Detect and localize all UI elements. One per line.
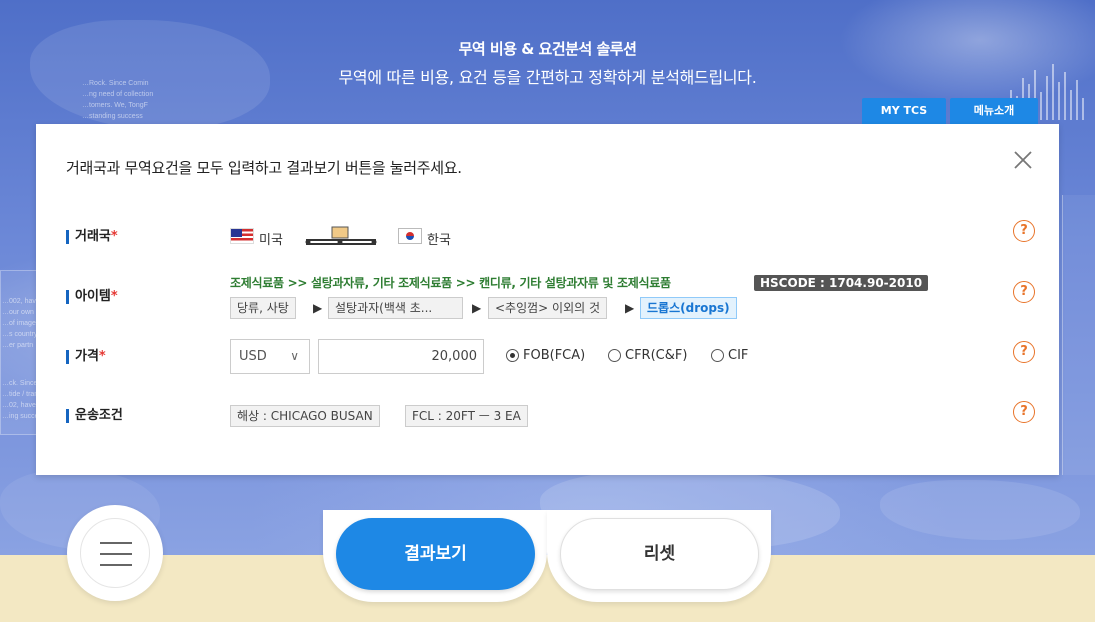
required-mark: * — [98, 349, 106, 364]
item-chip[interactable]: <추잉껌> 이외의 것 — [488, 297, 608, 319]
help-icon[interactable]: ? — [1013, 401, 1035, 423]
currency-select[interactable]: USD ∨ — [230, 339, 310, 374]
country-label-text: 거래국 — [75, 229, 111, 244]
required-mark: * — [110, 289, 118, 304]
hscode-badge: HSCODE : 1704.90-2010 — [754, 275, 929, 291]
radio-fob[interactable]: FOB(FCA) — [506, 348, 585, 363]
price-input[interactable]: 20,000 — [318, 339, 484, 374]
help-icon[interactable]: ? — [1013, 220, 1035, 242]
kr-flag-icon — [398, 228, 422, 244]
arrow-right-icon: ▶ — [625, 301, 635, 315]
help-icon[interactable]: ? — [1013, 281, 1035, 303]
hamburger-icon — [100, 553, 132, 555]
radio-label: FOB(FCA) — [523, 348, 586, 363]
hamburger-icon — [100, 564, 132, 566]
bottom-band — [0, 555, 1095, 622]
item-chip-selected[interactable]: 드롭스(drops) — [640, 297, 737, 319]
destination-country[interactable]: 한국 — [427, 229, 451, 248]
hero-title: 무역 비용 & 요건분석 솔루션 — [458, 40, 637, 58]
radio-cif[interactable]: CIF — [711, 348, 748, 363]
arrow-right-icon: ▶ — [313, 301, 323, 315]
radio-unselected-icon — [711, 349, 724, 362]
arrow-right-icon: ▶ — [472, 301, 482, 315]
item-label-text: 아이템 — [75, 289, 111, 304]
result-button[interactable]: 결과보기 — [336, 518, 535, 590]
item-chip[interactable]: 설탕과자(백색 초... — [328, 297, 463, 319]
shipping-label-text: 운송조건 — [75, 408, 123, 423]
price-label: 가격* — [66, 350, 106, 364]
background-panel — [1062, 195, 1095, 475]
item-label: 아이템* — [66, 290, 118, 304]
radio-label: CIF — [728, 348, 749, 363]
price-label-text: 가격 — [75, 349, 99, 364]
conveyor-icon — [305, 226, 377, 245]
radio-selected-icon — [506, 349, 519, 362]
radio-unselected-icon — [608, 349, 621, 362]
menu-intro-button[interactable]: 메뉴소개 — [950, 98, 1038, 124]
shipping-route-tag[interactable]: 해상 : CHICAGO BUSAN — [230, 405, 380, 427]
reset-button[interactable]: 리셋 — [560, 518, 759, 590]
hamburger-icon — [100, 542, 132, 544]
hamburger-menu-button[interactable] — [80, 518, 150, 588]
radio-cfr[interactable]: CFR(C&F) — [608, 348, 687, 363]
item-category-path: 조제식료품 >> 설탕과자류, 기타 조제식료품 >> 캔디류, 기타 설탕과자… — [230, 276, 671, 290]
world-map-shape — [880, 480, 1080, 540]
shipping-label: 운송조건 — [66, 409, 123, 423]
chevron-down-icon: ∨ — [290, 349, 299, 363]
trade-input-modal: 거래국과 무역요건을 모두 입력하고 결과보기 버튼을 눌러주세요. 거래국* … — [36, 124, 1059, 475]
origin-country[interactable]: 미국 — [259, 229, 283, 248]
close-icon[interactable] — [1011, 148, 1035, 172]
item-chip[interactable]: 당류, 사탕 — [230, 297, 296, 319]
help-icon[interactable]: ? — [1013, 341, 1035, 363]
country-label: 거래국* — [66, 230, 118, 244]
radio-label: CFR(C&F) — [625, 348, 688, 363]
us-flag-icon — [230, 228, 254, 244]
hero-subtitle: 무역에 따른 비용, 요건 등을 간편하고 정확하게 분석해드립니다. — [338, 68, 757, 87]
required-mark: * — [110, 229, 118, 244]
my-tcs-button[interactable]: MY TCS — [862, 98, 946, 124]
currency-value: USD — [239, 349, 267, 364]
modal-instruction: 거래국과 무역요건을 모두 입력하고 결과보기 버튼을 눌러주세요. — [66, 159, 462, 177]
container-tag[interactable]: FCL : 20FT ㅡ 3 EA — [405, 405, 528, 427]
